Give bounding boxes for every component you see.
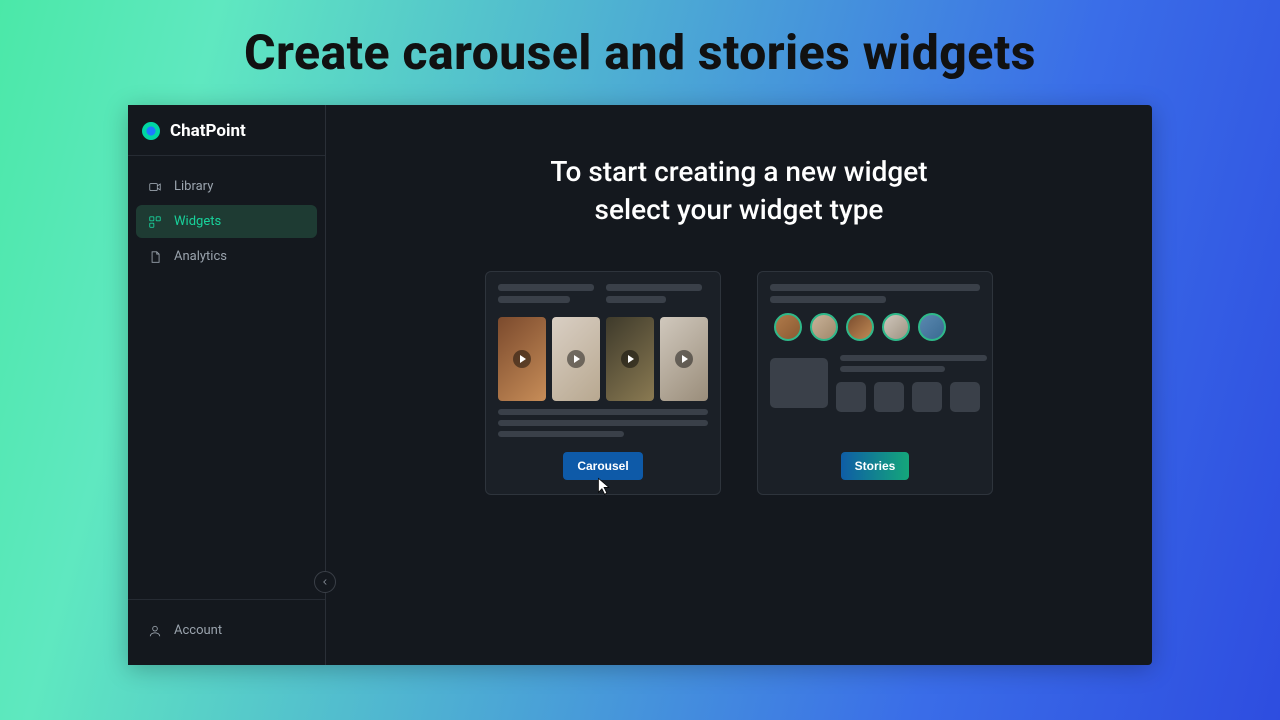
document-icon [148,250,162,264]
sidebar-item-account[interactable]: Account [136,614,317,647]
sidebar-footer: Account [128,599,325,665]
widgets-icon [148,215,162,229]
widget-option-carousel[interactable]: Carousel [485,271,721,495]
marketing-headline: Create carousel and stories widgets [244,24,1036,81]
user-icon [148,624,162,638]
brand: ChatPoint [128,105,325,156]
app-window: ChatPoint Library Widgets Analytics [128,105,1152,665]
carousel-thumb [552,317,600,401]
brand-logo-icon [142,122,160,140]
select-stories-button[interactable]: Stories [841,452,910,480]
carousel-thumb [606,317,654,401]
story-avatar [846,313,874,341]
sidebar-item-widgets[interactable]: Widgets [136,205,317,238]
select-carousel-button[interactable]: Carousel [563,452,642,480]
play-icon [621,350,639,368]
brand-name: ChatPoint [170,121,246,141]
page-title: To start creating a new widget select yo… [550,153,927,229]
story-avatar [882,313,910,341]
carousel-thumb [498,317,546,401]
carousel-thumb [660,317,708,401]
sidebar-item-label: Library [174,179,213,194]
play-icon [675,350,693,368]
preview-block [912,382,942,412]
sidebar-item-analytics[interactable]: Analytics [136,240,317,273]
play-icon [567,350,585,368]
preview-block [950,382,980,412]
story-avatar [810,313,838,341]
preview-block [874,382,904,412]
video-icon [148,180,162,194]
sidebar: ChatPoint Library Widgets Analytics [128,105,326,665]
sidebar-item-label: Widgets [174,214,221,229]
sidebar-collapse-button[interactable] [314,571,336,593]
story-avatar [918,313,946,341]
main-content: To start creating a new widget select yo… [326,105,1152,665]
sidebar-nav: Library Widgets Analytics [128,156,325,287]
sidebar-item-label: Analytics [174,249,227,264]
sidebar-item-label: Account [174,623,222,638]
stories-preview [758,272,992,452]
carousel-preview [486,272,720,452]
story-avatar [774,313,802,341]
widget-option-stories[interactable]: Stories [757,271,993,495]
sidebar-item-library[interactable]: Library [136,170,317,203]
preview-block [770,358,828,408]
chevron-left-icon [320,577,330,587]
preview-block [836,382,866,412]
widget-type-options: Carousel [485,271,993,495]
play-icon [513,350,531,368]
